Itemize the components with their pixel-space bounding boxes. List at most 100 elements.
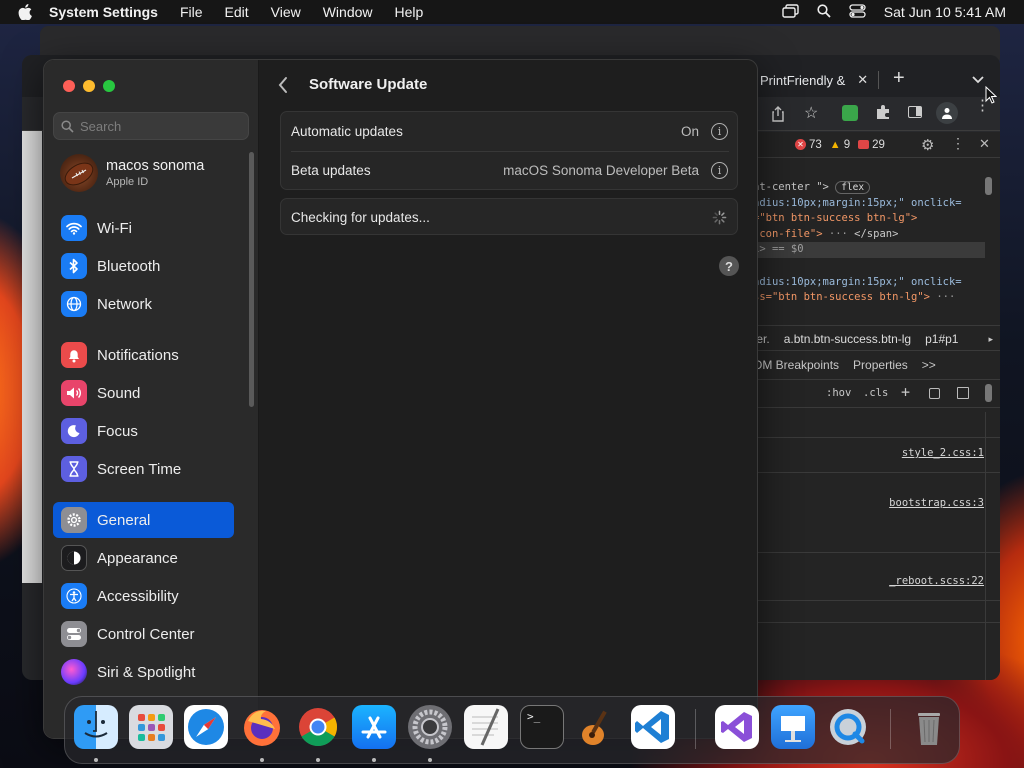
browser-tab[interactable]: PrintFriendly & ✕: [760, 67, 875, 93]
bookmark-star-icon[interactable]: ☆: [804, 103, 818, 123]
hov-toggle[interactable]: :hov: [826, 387, 851, 399]
zoom-window-button[interactable]: [103, 80, 115, 92]
menubar-clock[interactable]: Sat Jun 10 5:41 AM: [884, 4, 1006, 20]
profile-avatar-icon[interactable]: [936, 102, 958, 124]
cls-toggle[interactable]: .cls: [863, 387, 888, 399]
devtools-settings-gear-icon[interactable]: ⚙: [921, 136, 934, 154]
breadcrumb-item[interactable]: p1#p1: [925, 332, 958, 346]
tab-close-icon[interactable]: ✕: [857, 72, 868, 88]
menu-view[interactable]: View: [271, 4, 301, 20]
beta-updates-row[interactable]: Beta updates macOS Sonoma Developer Beta…: [281, 151, 739, 190]
apple-id-profile[interactable]: macos sonoma Apple ID: [58, 152, 248, 194]
vscode-icon[interactable]: [631, 705, 675, 749]
sidebar-item-appearance[interactable]: Appearance: [53, 540, 234, 576]
dom-line[interactable]: adius:10px;margin:15px;" onclick=: [753, 276, 962, 288]
devtools-close-icon[interactable]: ✕: [979, 136, 990, 152]
styles-scrollbar[interactable]: [985, 384, 992, 402]
sidebar-item-control-center[interactable]: Control Center: [53, 616, 234, 652]
info-icon[interactable]: i: [711, 123, 728, 140]
side-panel-icon[interactable]: [908, 106, 922, 118]
stylesheet-link[interactable]: style_2.css:1: [902, 447, 984, 459]
stylesheet-link[interactable]: _reboot.scss:22: [889, 575, 984, 587]
devtools-scrollbar[interactable]: [985, 177, 992, 195]
stylesheet-link[interactable]: bootstrap.css:3: [889, 497, 984, 509]
paint-icon[interactable]: [929, 387, 940, 399]
gear-icon: [61, 507, 87, 533]
extensions-puzzle-icon[interactable]: [875, 104, 891, 125]
help-button[interactable]: ?: [719, 256, 739, 276]
minimize-window-button[interactable]: [83, 80, 95, 92]
sidebar-item-network[interactable]: Network: [53, 286, 234, 322]
breadcrumb-arrow-icon[interactable]: ▸: [988, 334, 993, 345]
breadcrumb-item[interactable]: a.btn.btn-success.btn-lg: [784, 332, 911, 346]
sidebar-item-accessibility[interactable]: Accessibility: [53, 578, 234, 614]
dom-line[interactable]: ss="btn btn-success btn-lg"> ···: [753, 291, 955, 303]
flex-badge[interactable]: flex: [835, 181, 871, 194]
sidebar-item-siri-spotlight[interactable]: Siri & Spotlight: [53, 654, 234, 690]
new-tab-icon[interactable]: +: [893, 67, 905, 90]
garageband-icon[interactable]: [575, 705, 619, 749]
launchpad-icon[interactable]: [129, 705, 173, 749]
menu-file[interactable]: File: [180, 4, 203, 20]
back-chevron-icon[interactable]: [277, 76, 293, 96]
safari-icon[interactable]: [184, 705, 228, 749]
issue-count: 29: [872, 138, 885, 151]
dom-line[interactable]: ="btn btn-success btn-lg">: [753, 212, 917, 224]
sidebar-item-notifications[interactable]: Notifications: [53, 337, 234, 373]
sidebar-item-sound[interactable]: Sound: [53, 375, 234, 411]
finder-icon[interactable]: [74, 705, 118, 749]
more-tabs-icon[interactable]: >>: [922, 358, 936, 372]
share-icon[interactable]: [771, 106, 785, 127]
spotlight-search-icon[interactable]: [817, 3, 831, 21]
dom-line[interactable]: adius:10px;margin:15px;" onclick=: [753, 197, 962, 209]
ellipsis-badge[interactable]: ···: [930, 291, 955, 303]
dom-line[interactable]: .con-file"> ··· </span>: [753, 228, 898, 240]
devtools-more-icon[interactable]: ⋮: [951, 135, 965, 152]
terminal-icon[interactable]: >_: [520, 705, 564, 749]
textedit-icon[interactable]: [464, 705, 508, 749]
menu-edit[interactable]: Edit: [225, 4, 249, 20]
computed-sidebar-icon[interactable]: [957, 387, 969, 399]
apple-menu-icon[interactable]: [18, 4, 32, 20]
ellipsis-badge[interactable]: ···: [823, 228, 855, 240]
sidebar-item-wifi[interactable]: Wi-Fi: [53, 210, 234, 246]
sidebar-item-focus[interactable]: Focus: [53, 413, 234, 449]
sidebar-item-screen-time[interactable]: Screen Time: [53, 451, 234, 487]
sidebar-item-label: Appearance: [97, 549, 178, 567]
trash-icon[interactable]: [907, 705, 951, 749]
close-window-button[interactable]: [63, 80, 75, 92]
add-rule-icon[interactable]: +: [901, 383, 910, 401]
dom-line[interactable]: nt-center "> flex: [753, 181, 871, 194]
chrome-icon[interactable]: [296, 705, 340, 749]
error-count-badge[interactable]: ✕ 73: [795, 139, 822, 151]
sidebar-item-general[interactable]: General: [53, 502, 234, 538]
menu-help[interactable]: Help: [395, 4, 424, 20]
tab-dom-breakpoints[interactable]: OM Breakpoints: [753, 358, 839, 372]
printfriendly-extension-icon[interactable]: [842, 105, 858, 121]
issue-count-badge[interactable]: 29: [858, 139, 885, 151]
quicktime-icon[interactable]: [826, 705, 870, 749]
system-settings-icon[interactable]: [408, 705, 452, 749]
firefox-icon[interactable]: [240, 705, 284, 749]
menu-window[interactable]: Window: [323, 4, 373, 20]
warning-icon: ▲: [829, 138, 841, 151]
menu-app-name[interactable]: System Settings: [49, 4, 158, 20]
sidebar-scrollbar[interactable]: [249, 152, 254, 407]
screen-mirroring-icon[interactable]: [782, 3, 799, 21]
dom-line-selected[interactable]: 1> == $0: [753, 242, 985, 258]
dock: >_: [64, 696, 960, 764]
control-center-icon[interactable]: [849, 3, 866, 21]
app-store-icon[interactable]: [352, 705, 396, 749]
info-icon[interactable]: i: [711, 162, 728, 179]
sidebar-item-bluetooth[interactable]: Bluetooth: [53, 248, 234, 284]
bluetooth-icon: [61, 253, 87, 279]
tab-properties[interactable]: Properties: [853, 358, 908, 372]
visual-studio-icon[interactable]: [715, 705, 759, 749]
automatic-updates-row[interactable]: Automatic updates On i: [281, 112, 739, 151]
search-placeholder: Search: [80, 118, 122, 134]
update-status-text: Checking for updates...: [291, 210, 430, 225]
search-field[interactable]: Search: [53, 112, 249, 140]
tab-search-chevron-icon[interactable]: [972, 71, 984, 89]
warning-count-badge[interactable]: ▲ 9: [830, 139, 850, 151]
keynote-icon[interactable]: [771, 705, 815, 749]
